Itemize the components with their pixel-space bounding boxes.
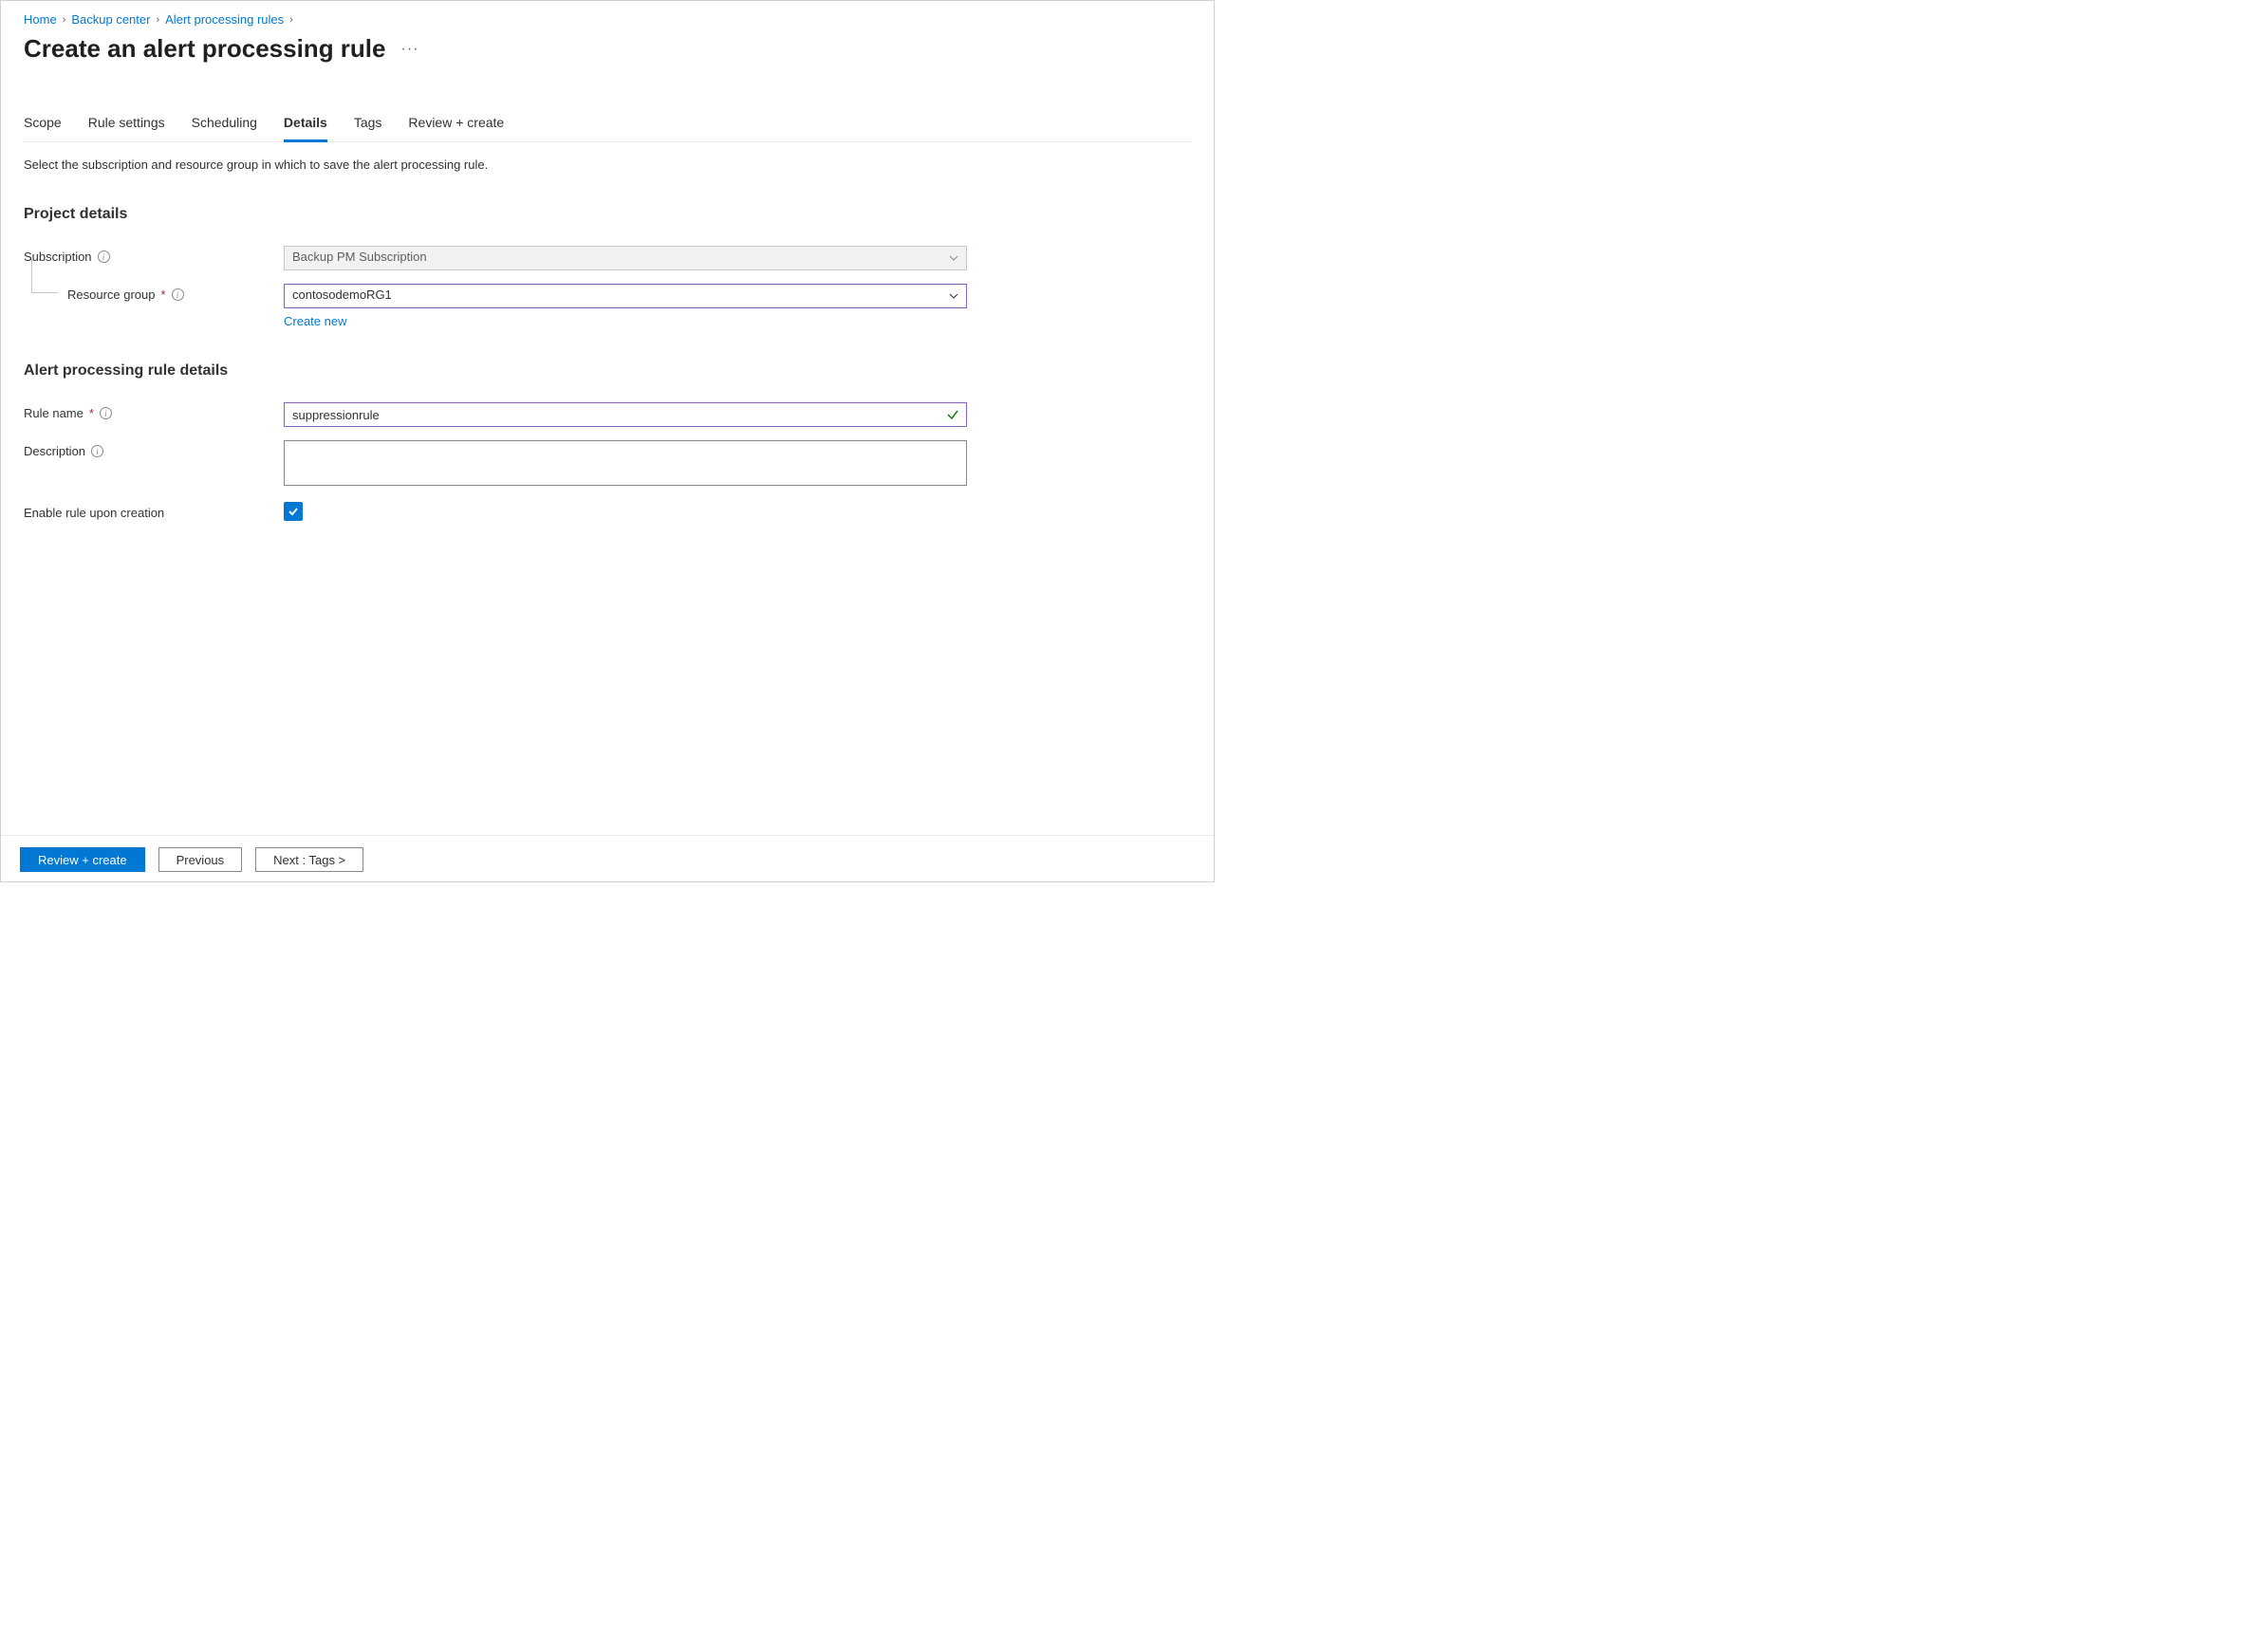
chevron-right-icon: › xyxy=(156,14,159,26)
rule-name-input[interactable] xyxy=(284,402,967,427)
breadcrumb-home[interactable]: Home xyxy=(24,12,57,27)
chevron-right-icon: › xyxy=(289,14,293,26)
tab-scheduling[interactable]: Scheduling xyxy=(192,107,257,142)
subscription-value: Backup PM Subscription xyxy=(292,250,427,264)
description-input[interactable] xyxy=(284,440,967,486)
tab-scope[interactable]: Scope xyxy=(24,107,62,142)
description-label: Description xyxy=(24,444,85,458)
tab-details[interactable]: Details xyxy=(284,107,327,142)
enable-rule-checkbox[interactable] xyxy=(284,502,303,521)
breadcrumb-alert-processing-rules[interactable]: Alert processing rules xyxy=(165,12,284,27)
rule-details-heading: Alert processing rule details xyxy=(24,362,1191,380)
resource-group-select[interactable]: contosodemoRG1 xyxy=(284,284,967,308)
page-title: Create an alert processing rule xyxy=(24,34,385,64)
tabs: Scope Rule settings Scheduling Details T… xyxy=(24,107,1191,142)
info-icon[interactable]: i xyxy=(98,250,110,263)
next-button[interactable]: Next : Tags > xyxy=(255,847,363,872)
breadcrumb-backup-center[interactable]: Backup center xyxy=(71,12,150,27)
info-icon[interactable]: i xyxy=(172,288,184,301)
required-indicator: * xyxy=(161,287,166,302)
rule-name-label: Rule name xyxy=(24,406,84,420)
checkmark-icon xyxy=(946,408,959,424)
project-details-heading: Project details xyxy=(24,206,1191,223)
info-icon[interactable]: i xyxy=(100,407,112,419)
subscription-select: Backup PM Subscription xyxy=(284,246,967,270)
tree-line-icon xyxy=(31,259,58,293)
more-actions-button[interactable]: ··· xyxy=(400,41,418,58)
tab-rule-settings[interactable]: Rule settings xyxy=(88,107,165,142)
chevron-right-icon: › xyxy=(63,14,66,26)
info-icon[interactable]: i xyxy=(91,445,103,457)
create-new-link[interactable]: Create new xyxy=(284,314,346,328)
previous-button[interactable]: Previous xyxy=(158,847,243,872)
required-indicator: * xyxy=(89,406,94,420)
breadcrumb: Home › Backup center › Alert processing … xyxy=(24,12,1191,27)
resource-group-value: contosodemoRG1 xyxy=(292,287,392,302)
review-create-button[interactable]: Review + create xyxy=(20,847,145,872)
helper-text: Select the subscription and resource gro… xyxy=(24,157,1191,172)
tab-tags[interactable]: Tags xyxy=(354,107,382,142)
resource-group-label: Resource group xyxy=(67,287,156,302)
enable-rule-label: Enable rule upon creation xyxy=(24,506,164,520)
tab-review-create[interactable]: Review + create xyxy=(408,107,504,142)
footer: Review + create Previous Next : Tags > xyxy=(1,835,1214,881)
